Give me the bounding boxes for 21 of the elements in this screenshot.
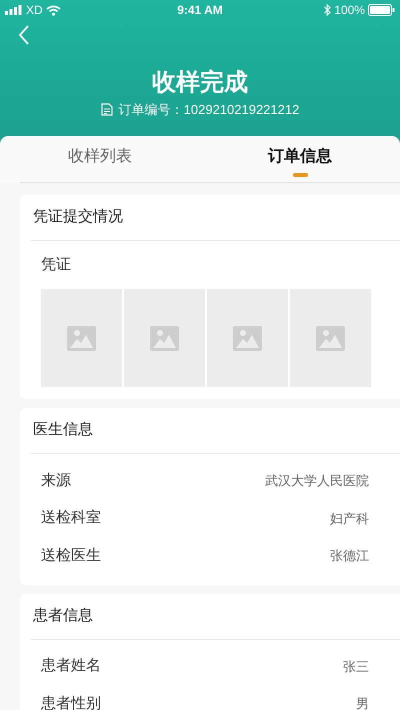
- field-value: 武汉大学人民医院: [265, 472, 369, 490]
- section-title: 医生信息: [33, 420, 93, 440]
- page-title: 收样完成: [152, 68, 248, 98]
- tab[interactable]: 收样列表: [0, 136, 200, 182]
- field-value: 张三: [343, 658, 369, 676]
- field-value: 男: [356, 695, 369, 710]
- section-title: 凭证提交情况: [33, 207, 123, 228]
- status-time: 9:41 AM: [177, 2, 223, 19]
- tab[interactable]: 订单信息: [200, 136, 400, 182]
- field-value: 张德江: [330, 547, 369, 565]
- field-label: 送检科室: [41, 508, 101, 528]
- carrier-name: XD: [26, 2, 43, 19]
- order-number: 订单编号：1029210219221212: [118, 101, 300, 119]
- field-label: 患者性别: [41, 694, 101, 710]
- battery-percent: 100%: [334, 2, 365, 19]
- field-label: 来源: [41, 470, 71, 490]
- field-label: 送检医生: [41, 546, 101, 566]
- field-value: 妇产科: [330, 510, 369, 528]
- field-label: 患者姓名: [41, 656, 101, 676]
- section-title: 患者信息: [33, 606, 93, 626]
- field-label: 凭证: [41, 254, 71, 275]
